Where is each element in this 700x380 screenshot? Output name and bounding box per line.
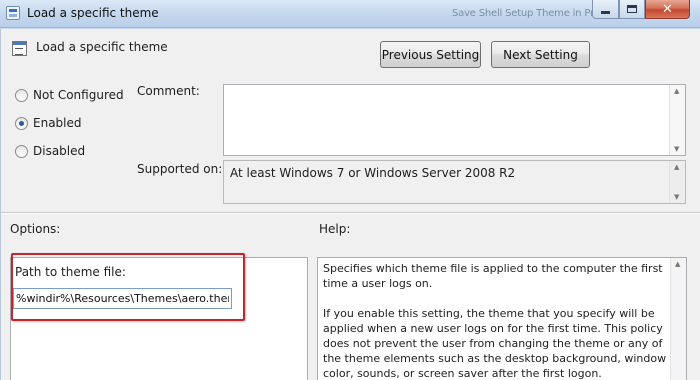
supported-on-value: At least Windows 7 or Windows Server 200…	[230, 166, 516, 180]
comment-scrollbar[interactable]: ▲ ▼	[669, 85, 685, 155]
minimize-button[interactable]	[592, 0, 619, 19]
radio-disabled[interactable]: Disabled	[15, 144, 85, 158]
close-icon: ✕	[662, 1, 673, 17]
help-text: Specifies which theme file is applied to…	[323, 261, 668, 380]
options-heading: Options:	[10, 222, 61, 236]
help-pane: Specifies which theme file is applied to…	[317, 257, 687, 380]
next-setting-button[interactable]: Next Setting	[491, 41, 590, 68]
maximize-icon	[627, 5, 637, 13]
section-divider	[1, 212, 700, 214]
title-bar: Load a specific theme Save Shell Setup T…	[0, 0, 700, 28]
scroll-up-icon[interactable]: ▲	[675, 260, 680, 268]
help-heading: Help:	[319, 222, 351, 236]
close-button[interactable]: ✕	[645, 0, 690, 19]
background-window-text: Save Shell Setup Theme in Pres...	[452, 8, 614, 19]
dialog-body: Load a specific theme Previous Setting N…	[0, 29, 700, 380]
scroll-up-icon[interactable]: ▲	[674, 163, 679, 171]
help-paragraph: If you enable this setting, the theme th…	[323, 307, 667, 380]
comment-label: Comment:	[137, 84, 200, 98]
scroll-down-icon[interactable]: ▼	[674, 193, 679, 201]
help-scrollbar[interactable]: ▲	[670, 258, 686, 380]
radio-circle[interactable]	[15, 144, 28, 158]
window-title: Load a specific theme	[27, 6, 159, 20]
supported-on-label: Supported on:	[137, 162, 223, 176]
scroll-up-icon[interactable]: ▲	[674, 87, 679, 95]
previous-setting-button[interactable]: Previous Setting	[380, 41, 481, 68]
setting-title: Load a specific theme	[36, 40, 168, 54]
radio-not-configured[interactable]: Not Configured	[15, 88, 124, 102]
supported-scrollbar[interactable]: ▲ ▼	[669, 161, 685, 203]
radio-circle-checked[interactable]	[15, 116, 28, 130]
annotation-highlight-box	[11, 253, 245, 321]
minimize-icon	[601, 10, 610, 14]
radio-label: Disabled	[33, 144, 86, 158]
supported-on-box: At least Windows 7 or Windows Server 200…	[223, 160, 686, 204]
scroll-down-icon[interactable]: ▼	[674, 145, 679, 153]
help-paragraph: Specifies which theme file is applied to…	[323, 262, 663, 290]
radio-label: Not Configured	[33, 88, 124, 102]
comment-textarea[interactable]: ▲ ▼	[223, 84, 686, 156]
radio-label: Enabled	[33, 116, 82, 130]
maximize-button[interactable]	[619, 0, 645, 19]
policy-icon	[6, 6, 20, 20]
radio-enabled[interactable]: Enabled	[15, 116, 82, 130]
setting-icon	[12, 41, 27, 56]
radio-circle[interactable]	[15, 88, 28, 102]
